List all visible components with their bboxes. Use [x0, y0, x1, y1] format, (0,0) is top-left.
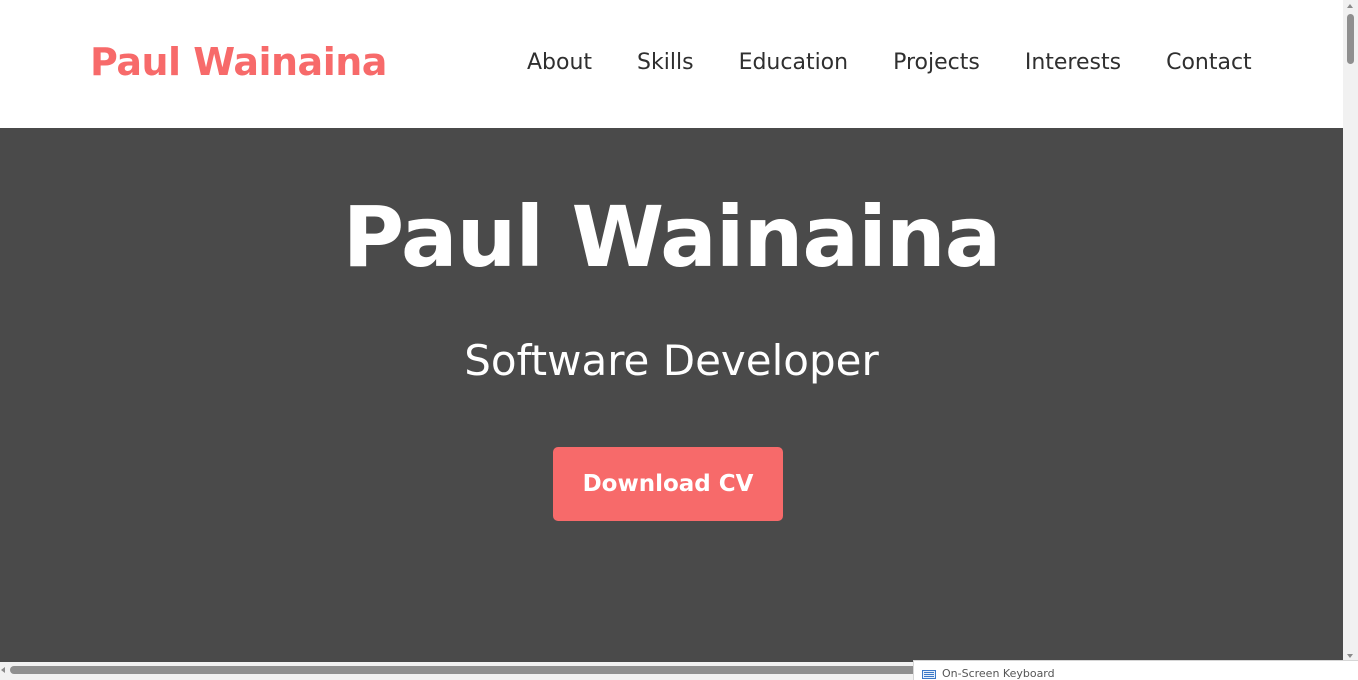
nav-item-projects[interactable]: Projects	[893, 50, 980, 75]
on-screen-keyboard-label: On-Screen Keyboard	[942, 667, 1055, 680]
nav-item-skills[interactable]: Skills	[637, 50, 694, 75]
main-nav: About Skills Education Projects Interest…	[527, 50, 1252, 75]
vertical-scrollbar[interactable]	[1343, 0, 1358, 662]
nav-item-about[interactable]: About	[527, 50, 592, 75]
hero-title: Paul Wainaina	[342, 188, 1002, 286]
scroll-up-arrow-icon[interactable]	[1343, 0, 1358, 12]
hero-subtitle: Software Developer	[464, 336, 879, 385]
vertical-scroll-thumb[interactable]	[1347, 14, 1354, 64]
keyboard-icon	[922, 670, 936, 679]
hero-section: Paul Wainaina Software Developer Downloa…	[0, 128, 1343, 662]
brand-logo[interactable]: Paul Wainaina	[90, 40, 387, 84]
horizontal-scroll-thumb[interactable]	[10, 666, 1010, 674]
nav-item-contact[interactable]: Contact	[1166, 50, 1252, 75]
scroll-left-arrow-icon[interactable]	[0, 662, 8, 680]
download-cv-button[interactable]: Download CV	[553, 447, 783, 521]
nav-item-education[interactable]: Education	[739, 50, 849, 75]
browser-viewport: Paul Wainaina About Skills Education Pro…	[0, 0, 1343, 662]
on-screen-keyboard-tab[interactable]: On-Screen Keyboard	[913, 660, 1358, 680]
site-header: Paul Wainaina About Skills Education Pro…	[0, 0, 1343, 128]
nav-item-interests[interactable]: Interests	[1025, 50, 1121, 75]
